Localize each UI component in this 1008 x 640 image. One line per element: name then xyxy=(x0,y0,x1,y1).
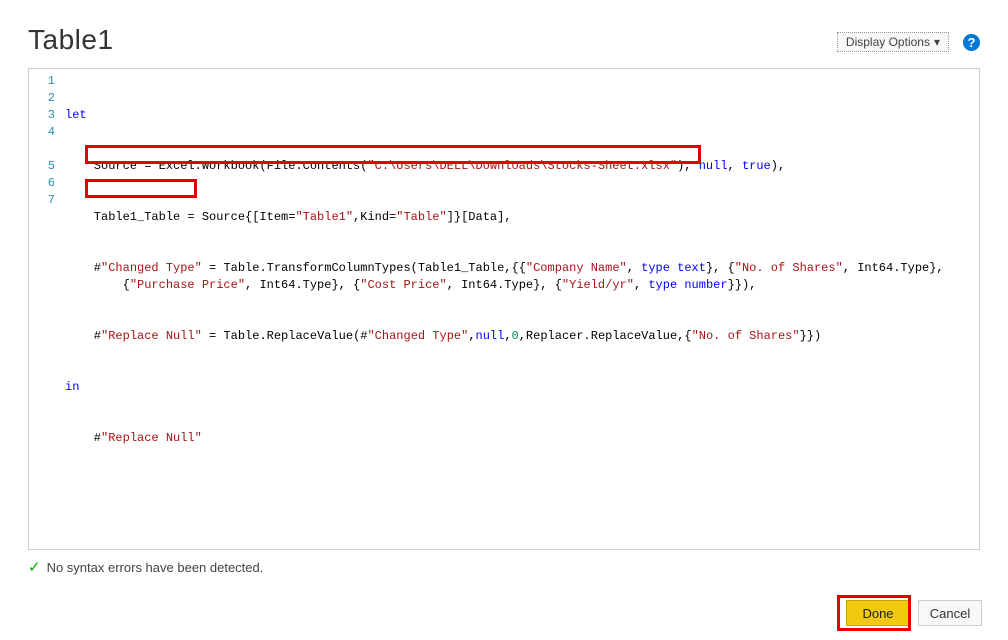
code-text: ,Replacer.ReplaceValue,{ xyxy=(519,329,692,343)
string-literal: "Replace Null" xyxy=(101,329,202,343)
status-message: No syntax errors have been detected. xyxy=(47,560,264,575)
string-literal: "Cost Price" xyxy=(360,278,446,292)
code-text: }}) xyxy=(800,329,822,343)
code-text: , xyxy=(468,329,475,343)
header-actions: Display Options ▾ ? xyxy=(837,24,980,52)
page-title: Table1 xyxy=(28,24,114,56)
editor-content[interactable]: let Source = Excel.Workbook(File.Content… xyxy=(61,69,979,549)
string-literal: "Table1" xyxy=(295,210,353,224)
code-text: }, { xyxy=(706,261,735,275)
kw-let: let xyxy=(65,108,87,122)
code-text: , xyxy=(504,329,511,343)
string-literal: "Purchase Price" xyxy=(130,278,245,292)
string-literal: "No. of Shares" xyxy=(692,329,800,343)
done-button[interactable]: Done xyxy=(846,600,910,626)
string-literal: "Changed Type" xyxy=(101,261,202,275)
line-number: 3 xyxy=(29,107,55,124)
line-number: 5 xyxy=(29,158,55,175)
display-options-button[interactable]: Display Options ▾ xyxy=(837,32,949,52)
string-literal: "Yield/yr" xyxy=(562,278,634,292)
code-text: }}), xyxy=(728,278,757,292)
code-editor[interactable]: 1 2 3 4 5 6 7 let Source = Excel.Workboo… xyxy=(28,68,980,550)
string-literal: "Changed Type" xyxy=(367,329,468,343)
line-number: 6 xyxy=(29,175,55,192)
code-text: = Table.TransformColumnTypes(Table1_Tabl… xyxy=(202,261,526,275)
help-icon[interactable]: ? xyxy=(963,34,980,51)
kw-null: null xyxy=(699,159,728,173)
line-number: 7 xyxy=(29,192,55,209)
code-text: = Table.ReplaceValue(# xyxy=(202,329,368,343)
code-text: , xyxy=(627,261,641,275)
code-text: ), xyxy=(771,159,785,173)
code-text: }, { xyxy=(331,278,360,292)
type-ident: Int64.Type xyxy=(461,278,533,292)
kw-in: in xyxy=(65,380,79,394)
code-text: , xyxy=(447,278,461,292)
code-text: ,Kind= xyxy=(353,210,396,224)
code-text: , xyxy=(245,278,259,292)
number-literal: 0 xyxy=(512,329,519,343)
code-text: , xyxy=(728,159,742,173)
type-ident: Int64.Type xyxy=(259,278,331,292)
string-literal: "Company Name" xyxy=(526,261,627,275)
code-text: # xyxy=(65,329,101,343)
footer-buttons: Done Cancel xyxy=(846,600,982,626)
display-options-label: Display Options xyxy=(846,35,930,49)
string-literal: "Table" xyxy=(396,210,446,224)
code-text: , xyxy=(634,278,648,292)
status-bar: ✓ No syntax errors have been detected. xyxy=(28,558,980,576)
editor-gutter: 1 2 3 4 5 6 7 xyxy=(29,69,61,549)
code-text: # xyxy=(65,431,101,445)
line-number: 4 xyxy=(29,124,55,158)
code-text: }, { xyxy=(533,278,562,292)
header: Table1 Display Options ▾ ? xyxy=(28,24,980,56)
check-icon: ✓ xyxy=(28,558,41,576)
string-literal: "Replace Null" xyxy=(101,431,202,445)
code-text: Table1_Table = Source{[Item= xyxy=(65,210,295,224)
code-text: ), xyxy=(677,159,699,173)
code-text: Source = Excel.Workbook(File.Contents( xyxy=(65,159,367,173)
line-number: 2 xyxy=(29,90,55,107)
string-literal: "No. of Shares" xyxy=(735,261,843,275)
type-kw: type text xyxy=(641,261,706,275)
code-text: # xyxy=(65,261,101,275)
type-ident: Int64.Type xyxy=(857,261,929,275)
line-number: 1 xyxy=(29,73,55,90)
annotation-highlight-2 xyxy=(85,179,197,198)
type-kw: type number xyxy=(648,278,727,292)
code-text: , xyxy=(843,261,857,275)
kw-true: true xyxy=(742,159,771,173)
kw-null: null xyxy=(476,329,505,343)
code-text: { xyxy=(65,278,130,292)
chevron-down-icon: ▾ xyxy=(934,35,940,49)
cancel-button[interactable]: Cancel xyxy=(918,600,982,626)
code-text: ]}[Data], xyxy=(447,210,512,224)
string-literal: "C:\Users\DELL\Downloads\Stocks-Sheet.xl… xyxy=(367,159,677,173)
code-text: }, xyxy=(929,261,943,275)
